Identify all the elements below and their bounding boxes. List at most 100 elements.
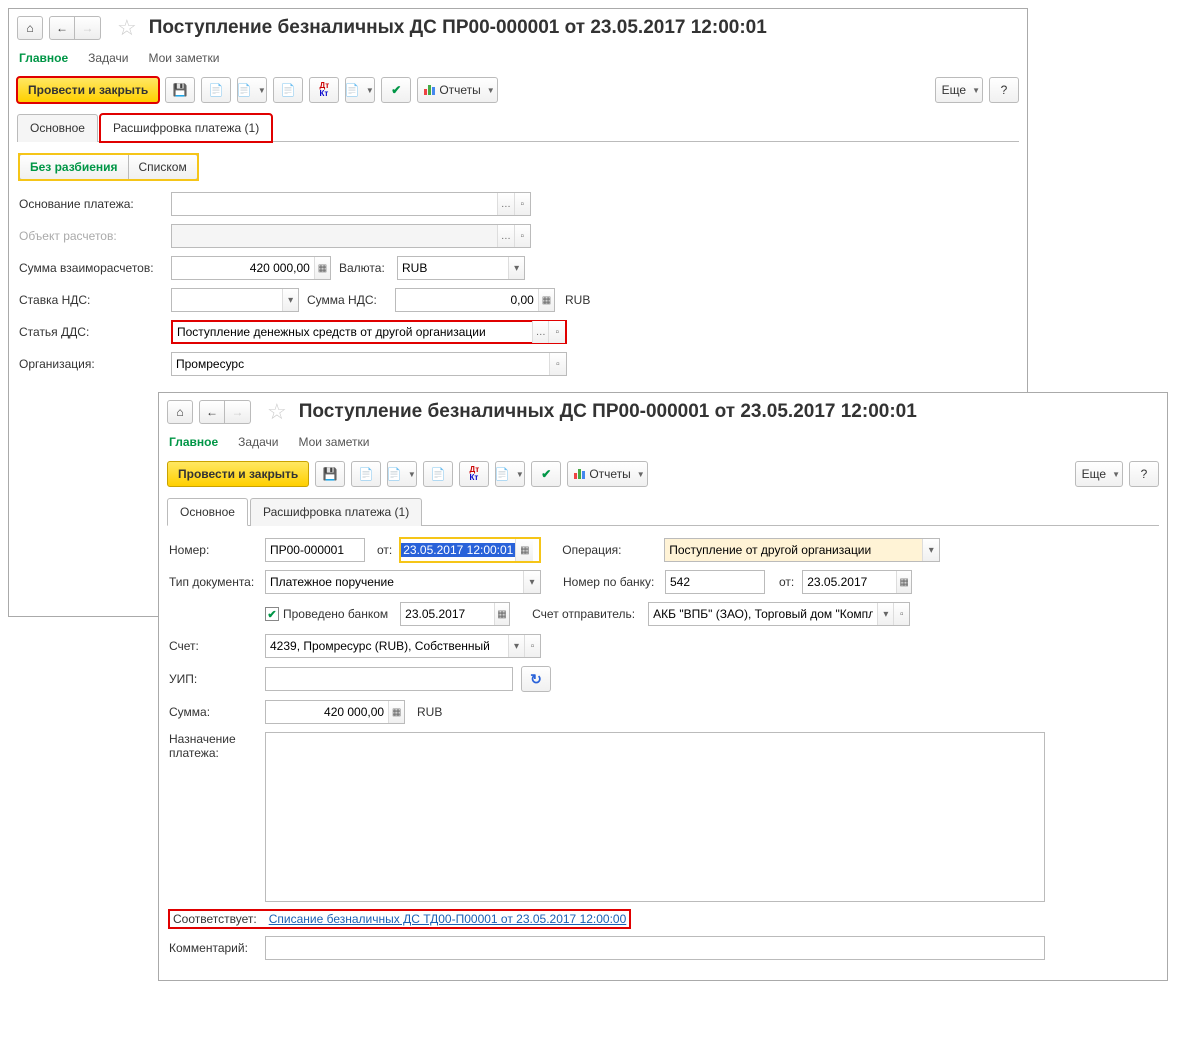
window-payment-main: ⌂ ← → ☆ Поступление безналичных ДС ПР00-…	[158, 392, 1168, 981]
dropdown-icon[interactable]: ▾	[922, 539, 939, 561]
dtkt-button[interactable]: ДтКт	[459, 461, 489, 487]
bank-processed-checkbox[interactable]: ✔ Проведено банком	[265, 607, 388, 621]
document-plus-icon	[237, 83, 252, 97]
chart-icon	[574, 469, 585, 479]
label-calc-object: Объект расчетов:	[19, 229, 167, 243]
calendar-icon[interactable]: ▦	[494, 603, 509, 625]
favorite-star-icon[interactable]: ☆	[117, 15, 137, 41]
open-icon[interactable]: ▫	[524, 635, 540, 657]
calendar-icon[interactable]: ▦	[896, 571, 911, 593]
nav-tab-tasks[interactable]: Задачи	[238, 435, 278, 449]
sum-field[interactable]: ▦	[265, 700, 405, 724]
number-field[interactable]	[265, 538, 365, 562]
open-icon[interactable]: ▫	[514, 193, 530, 215]
help-button[interactable]: ?	[1129, 461, 1159, 487]
approve-button[interactable]: ✔	[531, 461, 561, 487]
forward-button[interactable]: →	[225, 400, 251, 424]
seg-no-split[interactable]: Без разбиения	[19, 154, 129, 180]
dropdown-icon[interactable]: ▾	[523, 571, 540, 593]
create-based-on-button[interactable]: ▼	[237, 77, 267, 103]
dropdown-icon[interactable]: ▾	[877, 603, 893, 625]
currency-field[interactable]: ▾	[397, 256, 525, 280]
corresponds-link[interactable]: Списание безналичных ДС ТД00-П00001 от 2…	[269, 912, 627, 926]
currency-label: RUB	[417, 705, 442, 719]
select-icon: …	[497, 225, 513, 247]
checkbox-icon: ✔	[265, 607, 279, 621]
tab-main[interactable]: Основное	[17, 114, 98, 142]
operation-field[interactable]: ▾	[664, 538, 940, 562]
date-field[interactable]: 23.05.2017 12:00:01▦	[400, 538, 540, 562]
comment-field[interactable]	[265, 936, 1045, 960]
dds-field[interactable]: …▫	[171, 320, 567, 344]
split-mode-segment: Без разбиения Списком	[19, 154, 198, 180]
favorite-star-icon[interactable]: ☆	[267, 399, 287, 425]
label-uip: УИП:	[169, 672, 261, 686]
sender-account-field[interactable]: ▾▫	[648, 602, 910, 626]
nav-tab-notes[interactable]: Мои заметки	[148, 51, 219, 65]
forward-button[interactable]: →	[75, 16, 101, 40]
chart-icon	[424, 85, 435, 95]
calc-icon[interactable]: ▦	[388, 701, 404, 723]
uip-field[interactable]	[265, 667, 513, 691]
open-icon[interactable]: ▫	[893, 603, 909, 625]
doc-type-field[interactable]: ▾	[265, 570, 541, 594]
post-and-close-button[interactable]: Провести и закрыть	[17, 77, 159, 103]
print-button[interactable]: ▼	[495, 461, 525, 487]
open-icon[interactable]: ▫	[548, 321, 565, 343]
calendar-icon[interactable]: ▦	[515, 539, 533, 561]
home-button[interactable]: ⌂	[17, 16, 43, 40]
nav-tab-tasks[interactable]: Задачи	[88, 51, 128, 65]
post-button[interactable]	[351, 461, 381, 487]
reports-button[interactable]: Отчеты▼	[567, 461, 647, 487]
save-button[interactable]	[315, 461, 345, 487]
select-icon[interactable]: …	[497, 193, 513, 215]
org-field[interactable]: ▫	[171, 352, 567, 376]
dropdown-icon[interactable]: ▾	[282, 289, 298, 311]
dtkt-button[interactable]: ДтКт	[309, 77, 339, 103]
label-sum: Сумма:	[169, 705, 261, 719]
structure-button[interactable]	[423, 461, 453, 487]
payment-basis-field[interactable]: …▫	[171, 192, 531, 216]
calc-icon[interactable]: ▦	[314, 257, 330, 279]
tab-main[interactable]: Основное	[167, 498, 248, 526]
tab-payment-detail[interactable]: Расшифровка платежа (1)	[250, 498, 422, 526]
reports-button[interactable]: Отчеты▼	[417, 77, 497, 103]
account-field[interactable]: ▾▫	[265, 634, 541, 658]
tab-payment-detail[interactable]: Расшифровка платежа (1)	[100, 114, 272, 142]
more-button[interactable]: Еще▼	[1075, 461, 1123, 487]
purpose-textarea[interactable]	[265, 732, 1045, 902]
vat-sum-field[interactable]: ▦	[395, 288, 555, 312]
label-purpose: Назначение платежа:	[169, 732, 261, 760]
vat-rate-field[interactable]: ▾	[171, 288, 299, 312]
seg-list[interactable]: Списком	[129, 154, 198, 180]
label-dds: Статья ДДС:	[19, 325, 167, 339]
nav-tab-notes[interactable]: Мои заметки	[298, 435, 369, 449]
nav-tab-main[interactable]: Главное	[19, 51, 68, 65]
back-button[interactable]: ←	[199, 400, 225, 424]
print-button[interactable]: ▼	[345, 77, 375, 103]
save-button[interactable]	[165, 77, 195, 103]
settlement-sum-field[interactable]: ▦	[171, 256, 331, 280]
bank-number-field[interactable]	[665, 570, 765, 594]
home-button[interactable]: ⌂	[167, 400, 193, 424]
dropdown-icon[interactable]: ▾	[508, 257, 524, 279]
create-based-on-button[interactable]: ▼	[387, 461, 417, 487]
label-corresponds: Соответствует:	[173, 912, 257, 926]
open-icon[interactable]: ▫	[549, 353, 566, 375]
more-button[interactable]: Еще▼	[935, 77, 983, 103]
back-button[interactable]: ←	[49, 16, 75, 40]
post-button[interactable]	[201, 77, 231, 103]
bank-processed-date-field[interactable]: ▦	[400, 602, 510, 626]
calc-icon[interactable]: ▦	[538, 289, 554, 311]
dropdown-icon[interactable]: ▾	[508, 635, 524, 657]
post-and-close-button[interactable]: Провести и закрыть	[167, 461, 309, 487]
nav-tab-main[interactable]: Главное	[169, 435, 218, 449]
structure-button[interactable]	[273, 77, 303, 103]
bank-date-field[interactable]: ▦	[802, 570, 912, 594]
content-area: Номер: от: 23.05.2017 12:00:01▦ Операция…	[159, 526, 1167, 980]
uip-refresh-button[interactable]: ↻	[521, 666, 551, 692]
select-icon[interactable]: …	[532, 321, 549, 343]
help-button[interactable]: ?	[989, 77, 1019, 103]
label-vat-rate: Ставка НДС:	[19, 293, 167, 307]
approve-button[interactable]: ✔	[381, 77, 411, 103]
